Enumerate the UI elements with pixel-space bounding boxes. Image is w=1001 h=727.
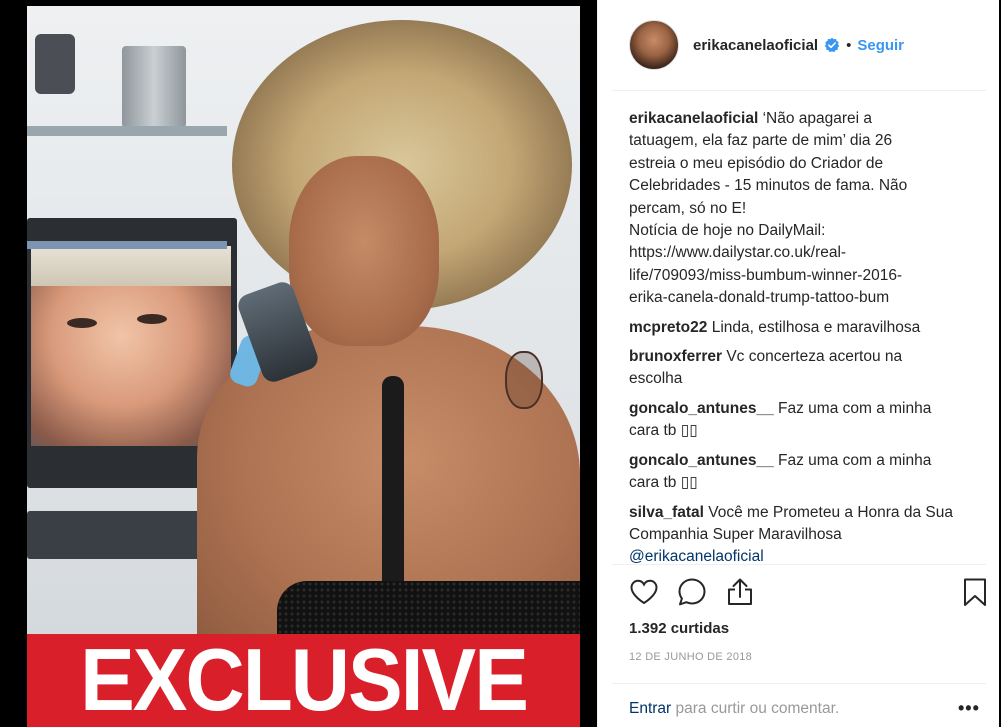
caption-text-line: tatuagem, ela faz parte de mim’ dia 26 — [629, 132, 893, 150]
share-icon[interactable] — [724, 576, 756, 608]
comment-item: silva_fatal Você me Prometeu a Honra da … — [629, 502, 959, 569]
caption-text-line: estreia o meu episódio do Criador de — [629, 154, 884, 172]
photo-monitor-eye — [67, 318, 97, 328]
bookmark-icon[interactable] — [959, 576, 991, 608]
post-media[interactable]: EXCLUSIVE — [0, 0, 597, 727]
photo-woman-face — [289, 156, 439, 346]
verified-badge-icon — [824, 37, 840, 53]
photo-tattoo — [505, 351, 543, 409]
caption: erikacanelaoficial ‘Não apagarei a tatua… — [629, 108, 959, 310]
actions-divider — [612, 564, 986, 565]
caption-text-line: percam, só no E! — [629, 199, 747, 217]
action-bar — [628, 576, 990, 610]
post-header: erikacanelaoficial • Seguir — [598, 0, 1001, 90]
comment-icon[interactable] — [676, 576, 708, 608]
header-username[interactable]: erikacanelaoficial — [693, 37, 818, 54]
caption-link-line[interactable]: life/709093/miss-bumbum-winner-2016- — [629, 265, 959, 287]
comment-item: mcpreto22 Linda, estilhosa e maravilhosa — [629, 317, 959, 339]
photo-keyboard — [27, 511, 217, 559]
comment-username[interactable]: silva_fatal — [629, 504, 704, 521]
post-image[interactable]: EXCLUSIVE — [27, 6, 580, 727]
avatar[interactable] — [629, 20, 679, 70]
photo-pen-cup — [122, 46, 186, 128]
login-prompt: Entrar para curtir ou comentar. — [629, 700, 989, 718]
caption-text-line: ‘Não apagarei a — [762, 110, 873, 127]
comment-mention[interactable]: @erikacanelaoficial — [629, 548, 764, 565]
login-prompt-text: para curtir ou comentar. — [671, 700, 840, 717]
header-divider — [612, 90, 986, 91]
more-options-button[interactable]: ••• — [958, 699, 980, 717]
header-separator: • — [846, 36, 852, 54]
post-side-panel: erikacanelaoficial • Seguir erikacanelao… — [597, 0, 1001, 727]
post-date[interactable]: 12 DE JUNHO DE 2018 — [629, 651, 752, 663]
comment-item: goncalo_antunes__ Faz uma com a minha ca… — [629, 450, 959, 495]
comment-username[interactable]: mcpreto22 — [629, 319, 707, 336]
comment-username[interactable]: goncalo_antunes__ — [629, 452, 774, 469]
photo-lamp — [35, 34, 75, 94]
caption-text-line: Notícia de hoje no DailyMail: — [629, 222, 826, 240]
exclusive-banner: EXCLUSIVE — [27, 634, 580, 727]
caption-username[interactable]: erikacanelaoficial — [629, 110, 758, 127]
comments-list[interactable]: erikacanelaoficial ‘Não apagarei a tatua… — [629, 108, 959, 576]
comment-username[interactable]: goncalo_antunes__ — [629, 400, 774, 417]
caption-text-line: Celebridades - 15 minutos de fama. Não — [629, 177, 908, 195]
follow-button[interactable]: Seguir — [857, 37, 904, 54]
comment-username[interactable]: brunoxferrer — [629, 348, 722, 365]
login-link[interactable]: Entrar — [629, 700, 671, 717]
photo-monitor-eye — [137, 314, 167, 324]
photo-shelf — [27, 241, 227, 249]
login-divider — [612, 683, 986, 684]
exclusive-text: EXCLUSIVE — [80, 630, 529, 727]
photo-monitor-hair — [31, 246, 231, 286]
comment-item: brunoxferrer Vc concerteza acertou na es… — [629, 346, 959, 391]
photo-shelf — [27, 126, 227, 136]
likes-count[interactable]: 1.392 curtidas — [629, 620, 729, 637]
comment-item: goncalo_antunes__ Faz uma com a minha ca… — [629, 398, 959, 443]
heart-icon[interactable] — [628, 576, 660, 608]
caption-link-line[interactable]: https://www.dailystar.co.uk/real- — [629, 242, 959, 264]
comment-text: Linda, estilhosa e maravilhosa — [711, 318, 921, 336]
caption-link-line[interactable]: erika-canela-donald-trump-tattoo-bum — [629, 287, 959, 309]
